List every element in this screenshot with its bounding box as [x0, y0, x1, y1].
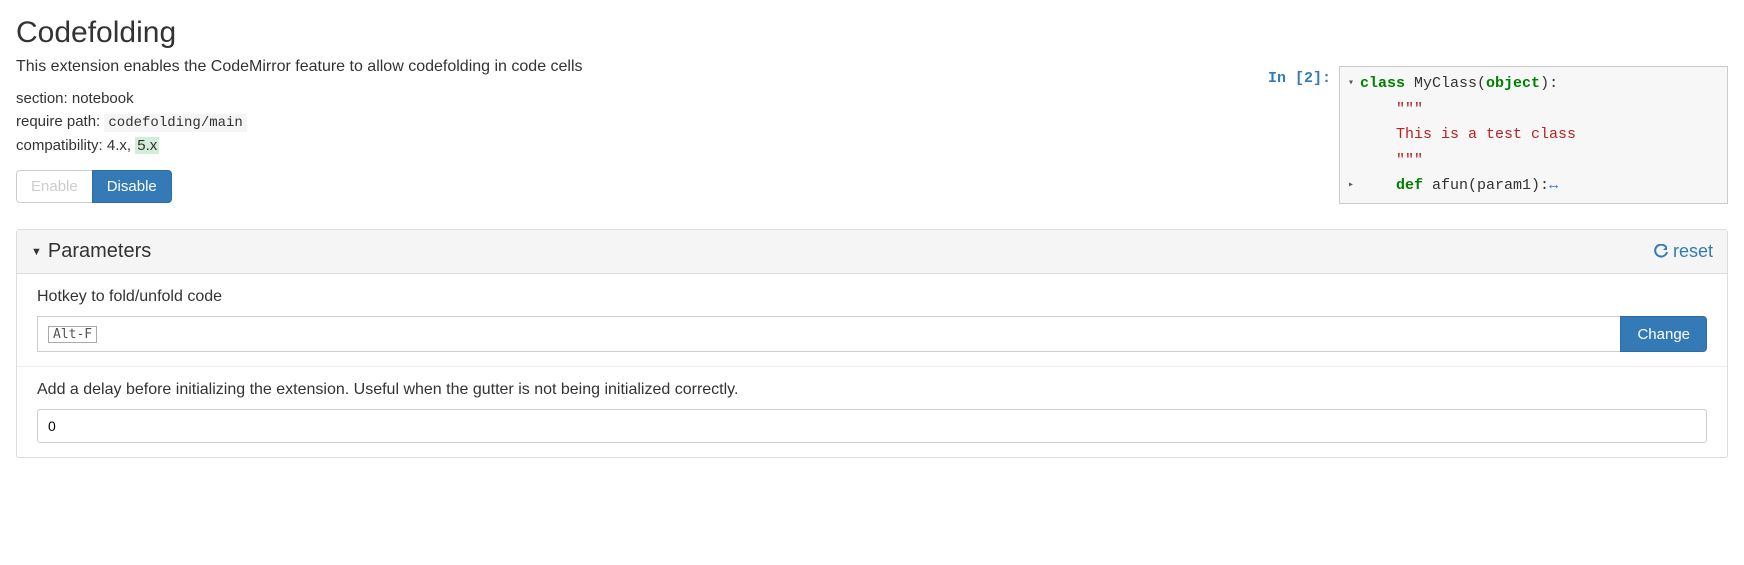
require-value: codefolding/main	[104, 114, 246, 132]
compat-v1: 4.x,	[107, 137, 131, 154]
panel-heading: ▼ Parameters reset	[17, 230, 1727, 274]
compat-v2: 5.x	[135, 137, 159, 154]
code-text: """	[1360, 148, 1423, 174]
code-preview: In [2]: ▾ class MyClass(object): """ Thi…	[1268, 66, 1728, 204]
code-text: """	[1360, 97, 1423, 123]
delay-input[interactable]	[37, 409, 1707, 443]
compat-label: compatibility:	[16, 137, 103, 154]
code-line: """	[1348, 148, 1719, 174]
disable-button[interactable]: Disable	[92, 170, 172, 203]
panel-title-text: Parameters	[48, 240, 151, 263]
panel-body: Hotkey to fold/unfold code Alt-F Change …	[17, 274, 1727, 457]
caret-down-icon: ▼	[31, 246, 42, 258]
code-line: ▸ def afun(param1):↔	[1348, 173, 1719, 199]
require-label: require path:	[16, 113, 100, 130]
enable-button[interactable]: Enable	[16, 170, 93, 203]
parameters-panel: ▼ Parameters reset Hotkey to fold/unfold…	[16, 229, 1728, 458]
param-hotkey: Hotkey to fold/unfold code Alt-F Change	[17, 274, 1727, 367]
param-delay: Add a delay before initializing the exte…	[17, 367, 1727, 457]
code-line: """	[1348, 97, 1719, 123]
enable-disable-group: Enable Disable	[16, 170, 172, 203]
code-line: ▾ class MyClass(object):	[1348, 71, 1719, 97]
page-title: Codefolding	[16, 16, 1728, 50]
hotkey-value: Alt-F	[48, 326, 97, 343]
reset-label: reset	[1673, 241, 1713, 262]
hotkey-input[interactable]: Alt-F	[37, 316, 1621, 352]
section-value: notebook	[72, 90, 134, 107]
delay-label: Add a delay before initializing the exte…	[37, 381, 1707, 399]
reset-link[interactable]: reset	[1653, 241, 1713, 262]
panel-title[interactable]: ▼ Parameters	[31, 240, 151, 263]
section-label: section:	[16, 90, 68, 107]
change-button[interactable]: Change	[1620, 316, 1707, 352]
refresh-icon	[1653, 244, 1669, 260]
fold-down-icon[interactable]: ▾	[1348, 75, 1360, 92]
code-block: ▾ class MyClass(object): """ This is a t…	[1339, 66, 1728, 204]
hotkey-label: Hotkey to fold/unfold code	[37, 288, 1707, 306]
code-text: class MyClass(object):	[1360, 71, 1558, 97]
code-text: def afun(param1):↔	[1360, 173, 1558, 199]
fold-right-icon[interactable]: ▸	[1348, 177, 1360, 194]
code-text: This is a test class	[1360, 122, 1576, 148]
code-line: This is a test class	[1348, 122, 1719, 148]
cell-prompt: In [2]:	[1268, 66, 1339, 87]
hotkey-input-row: Alt-F Change	[37, 316, 1707, 352]
